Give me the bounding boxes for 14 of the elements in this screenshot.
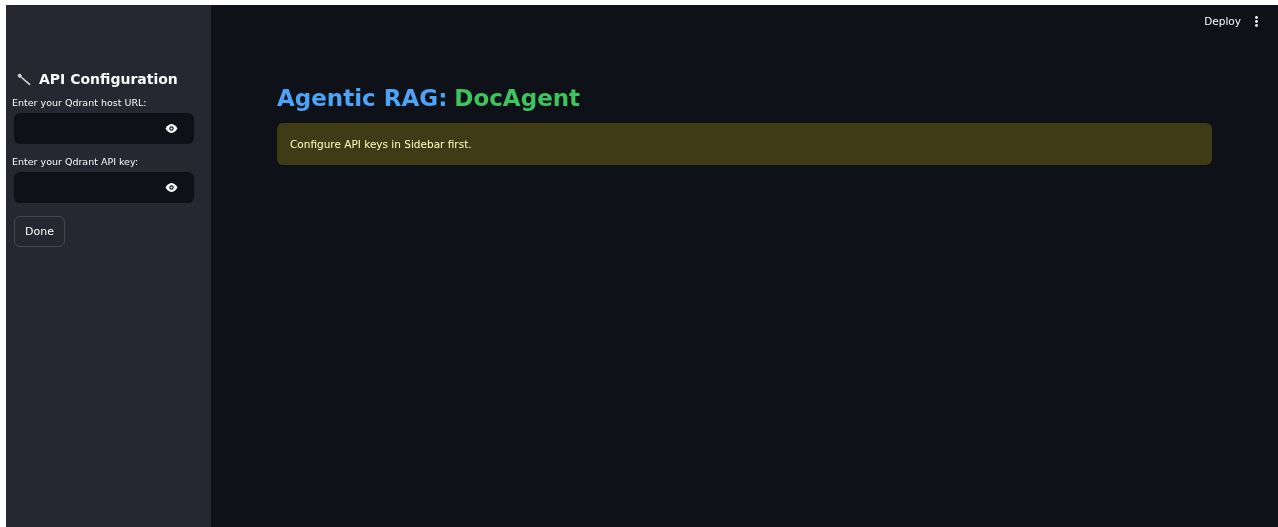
sidebar-title: API Configuration [39, 71, 178, 87]
eye-icon[interactable] [165, 183, 178, 192]
eye-icon[interactable] [165, 124, 178, 133]
warning-alert: Configure API keys in Sidebar first. [277, 123, 1212, 165]
deploy-button[interactable]: Deploy [1204, 15, 1241, 27]
done-button[interactable]: Done [14, 216, 65, 247]
page-title: Agentic RAG: [277, 85, 448, 111]
password-field[interactable] [14, 113, 194, 144]
more-menu-icon[interactable] [1255, 15, 1258, 27]
page-title: DocAgent [454, 85, 581, 111]
field-label: Enter your Qdrant API key: [12, 156, 140, 167]
field-label: Enter your Qdrant host URL: [12, 97, 148, 108]
password-field[interactable] [14, 172, 194, 203]
wrench-icon [17, 72, 32, 86]
